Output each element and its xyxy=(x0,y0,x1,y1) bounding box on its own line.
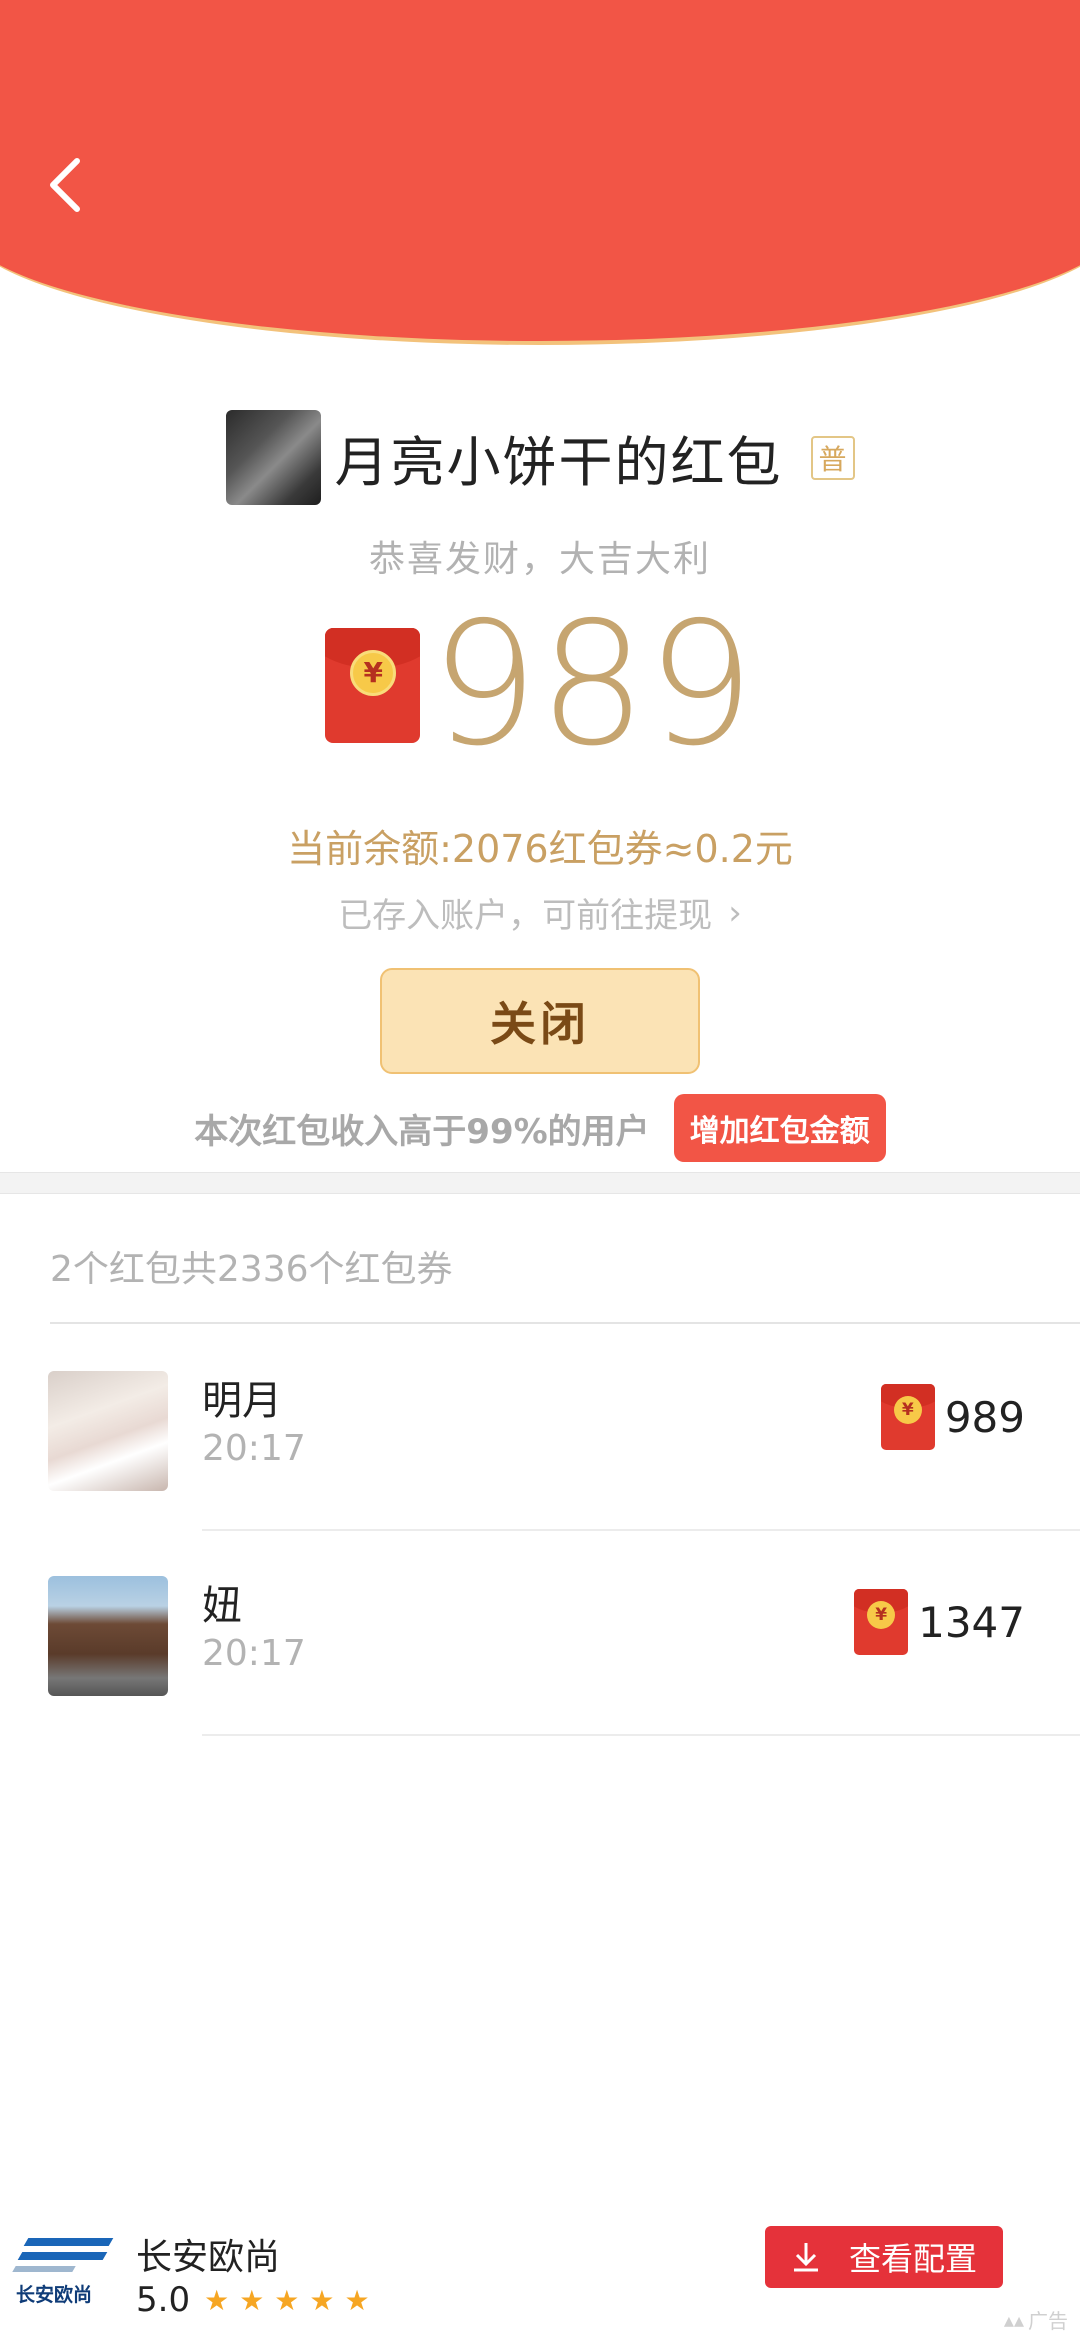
ad-title: 长安欧尚 xyxy=(136,2237,281,2278)
star-icon: ★ xyxy=(274,2283,300,2317)
yuan-coin-icon: ¥ xyxy=(867,1601,896,1629)
star-icon: ★ xyxy=(344,2283,370,2317)
withdraw-link-label: 已存入账户，可前往提现 xyxy=(338,896,713,936)
download-icon xyxy=(793,2243,818,2272)
list-item[interactable]: 明月 20:17 ¥ 989 xyxy=(0,1326,1080,1531)
sender-title: 月亮小饼干的红包 xyxy=(334,431,783,494)
packet-type-badge: 普 xyxy=(810,435,855,480)
star-icon: ★ xyxy=(204,2283,230,2317)
section-divider xyxy=(0,1172,1080,1194)
avatar[interactable] xyxy=(48,1576,168,1696)
yuan-coin-icon: ¥ xyxy=(350,649,397,696)
yuan-coin-icon: ¥ xyxy=(893,1396,922,1424)
avatar[interactable] xyxy=(48,1371,168,1491)
star-icon: ★ xyxy=(239,2283,265,2317)
balance-text: 当前余额:2076红包券≈0.2元 xyxy=(287,827,793,871)
list-item[interactable]: 妞 20:17 ¥ 1347 xyxy=(0,1531,1080,1736)
amount-group: ¥ 989 xyxy=(880,1384,1025,1450)
amount-group: ¥ 1347 xyxy=(854,1589,1025,1655)
amount-row: ¥ 989 xyxy=(0,600,1080,770)
time-label: 20:17 xyxy=(202,1428,306,1469)
red-envelope-icon: ¥ xyxy=(854,1589,909,1655)
amount-value: 1347 xyxy=(918,1597,1025,1647)
back-button[interactable] xyxy=(30,150,100,220)
rating-row: 5.0 ★ ★ ★ ★ ★ xyxy=(136,2280,370,2320)
ad-banner[interactable]: 长安欧尚 长安欧尚 5.0 ★ ★ ★ ★ ★ 查看配置 ▴▴ 广告 xyxy=(0,2200,1080,2340)
red-packet-detail-screen: 月亮小饼干的红包 普 恭喜发财，大吉大利 ¥ 989 当前余额:2076红包券≈… xyxy=(0,0,1080,2340)
red-envelope-icon: ¥ xyxy=(880,1384,935,1450)
brand-logo-text: 长安欧尚 xyxy=(16,2284,93,2306)
rating-score: 5.0 xyxy=(136,2280,191,2320)
divider xyxy=(202,1734,1080,1736)
withdraw-link[interactable]: 已存入账户，可前往提现 › xyxy=(0,888,1080,937)
close-button[interactable]: 关闭 xyxy=(380,968,700,1074)
view-config-button[interactable]: 查看配置 xyxy=(765,2226,1003,2288)
red-envelope-icon: ¥ xyxy=(325,627,421,743)
packet-summary: 2个红包共2336个红包券 xyxy=(50,1249,453,1290)
view-config-label: 查看配置 xyxy=(848,2240,977,2278)
chevron-right-icon: › xyxy=(728,892,742,933)
brand-logo: 长安欧尚 xyxy=(12,2232,116,2306)
time-label: 20:17 xyxy=(202,1633,306,1674)
received-amount: 989 xyxy=(430,586,755,784)
amount-value: 989 xyxy=(944,1392,1025,1442)
increase-amount-button[interactable]: 增加红包金额 xyxy=(673,1094,886,1162)
header-arc xyxy=(0,0,1080,345)
chevron-left-icon xyxy=(50,158,80,212)
user-name: 明月 xyxy=(202,1378,282,1424)
ad-signal-icon: ▴▴ xyxy=(1003,2307,1024,2332)
ad-label: ▴▴ 广告 xyxy=(1004,2305,1068,2334)
sender-row: 月亮小饼干的红包 普 xyxy=(0,410,1080,505)
divider xyxy=(50,1322,1080,1324)
sender-avatar[interactable] xyxy=(225,410,321,505)
star-icon: ★ xyxy=(309,2283,335,2317)
greeting-message: 恭喜发财，大吉大利 xyxy=(368,539,711,580)
rank-text: 本次红包收入高于99%的用户 xyxy=(194,1111,650,1152)
ad-label-text: 广告 xyxy=(1028,2309,1068,2333)
user-name: 妞 xyxy=(202,1583,242,1629)
rank-row: 本次红包收入高于99%的用户 增加红包金额 xyxy=(0,1094,1080,1162)
